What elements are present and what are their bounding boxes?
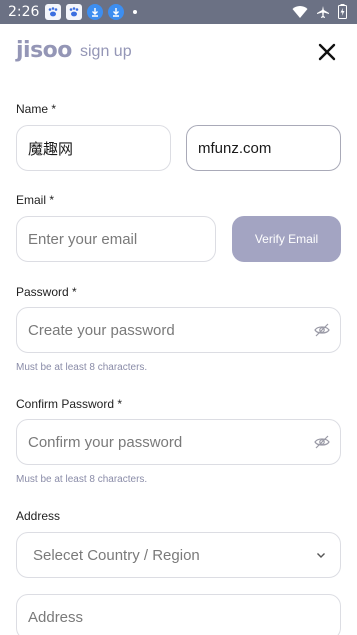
download-icon xyxy=(108,4,125,20)
wifi-icon xyxy=(292,5,308,18)
paw-icon xyxy=(45,4,62,20)
eye-off-icon[interactable] xyxy=(314,435,330,449)
page-title: sign up xyxy=(80,43,132,60)
password-hint: Must be at least 8 characters. xyxy=(16,362,148,373)
close-icon[interactable] xyxy=(317,42,337,62)
address-placeholder: Address xyxy=(28,608,84,626)
address-field[interactable]: Address xyxy=(16,594,341,635)
status-bar: 2:26 xyxy=(0,0,357,24)
email-label: Email * xyxy=(16,193,55,207)
status-time: 2:26 xyxy=(8,4,40,20)
paw-icon xyxy=(66,4,83,20)
password-placeholder: Create your password xyxy=(28,321,175,339)
confirm-password-field[interactable]: Confirm your password xyxy=(16,419,341,465)
download-icon xyxy=(87,4,104,20)
password-field[interactable]: Create your password xyxy=(16,307,341,353)
password-label: Password * xyxy=(16,285,77,299)
airplane-icon xyxy=(317,5,329,18)
email-field[interactable]: Enter your email xyxy=(16,216,216,262)
first-name-value: 魔趣网 xyxy=(28,140,74,158)
app-logo: jisoo xyxy=(16,38,72,63)
dot-icon xyxy=(133,10,138,14)
first-name-field[interactable]: 魔趣网 xyxy=(16,125,171,171)
address-label: Address xyxy=(16,509,61,523)
confirm-password-placeholder: Confirm your password xyxy=(28,433,183,451)
header: jisoo sign up xyxy=(0,24,357,80)
name-label: Name * xyxy=(16,102,57,116)
country-select[interactable]: Selecet Country / Region xyxy=(16,532,341,578)
last-name-value: mfunz.com xyxy=(198,139,272,157)
battery-icon xyxy=(338,4,347,19)
chevron-down-icon xyxy=(317,553,325,558)
verify-email-button[interactable]: Verify Email xyxy=(232,216,341,262)
eye-off-icon[interactable] xyxy=(314,323,330,337)
confirm-password-label: Confirm Password * xyxy=(16,397,123,411)
country-placeholder: Selecet Country / Region xyxy=(33,546,200,564)
confirm-password-hint: Must be at least 8 characters. xyxy=(16,474,148,485)
last-name-field[interactable]: mfunz.com xyxy=(186,125,341,171)
email-placeholder: Enter your email xyxy=(28,230,138,248)
